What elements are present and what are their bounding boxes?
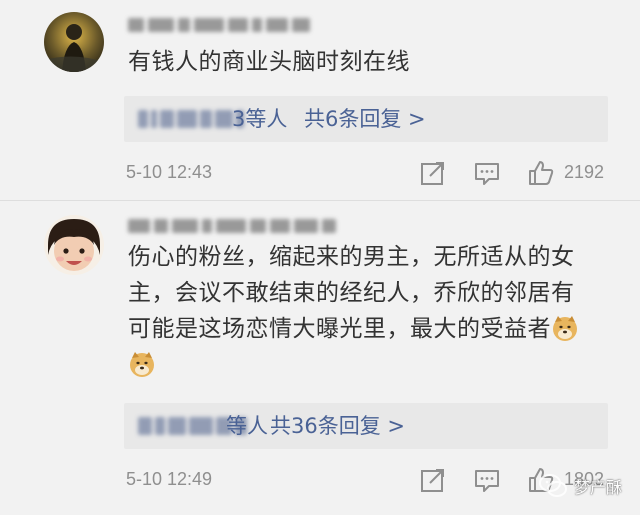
timestamp: 5-10 12:49 <box>126 469 213 489</box>
username[interactable] <box>128 215 358 237</box>
like-count: 2192 <box>564 162 605 182</box>
comment-text-line: 可能是这场恋情大曝光里，最大的受益者 <box>128 311 608 347</box>
wechat-icon <box>538 474 567 497</box>
doge-emoji-icon <box>551 314 579 342</box>
avatar[interactable] <box>44 215 104 275</box>
avatar[interactable] <box>44 12 104 72</box>
comment-text-line: 有钱人的商业头脑时刻在线 <box>128 49 410 75</box>
comment-icon[interactable] <box>472 158 502 188</box>
share-icon[interactable] <box>418 465 448 495</box>
watermark: 梦产酥 <box>538 471 622 501</box>
watermark-text: 梦产酥 <box>573 478 622 497</box>
reply-names-suffix: 等人 <box>226 414 268 438</box>
share-icon[interactable] <box>418 158 448 188</box>
comment-item: 有钱人的商业头脑时刻在线 3等人 共6条回复 > 5-10 12:43 2192 <box>0 0 640 200</box>
comment-meta: 5-10 12:43 2192 <box>0 158 640 192</box>
doge-emoji-icon <box>128 350 156 378</box>
reply-summary[interactable]: 3等人 共6条回复 > <box>124 96 608 142</box>
reply-summary[interactable]: 等人 共36条回复 > <box>124 403 608 449</box>
timestamp: 5-10 12:43 <box>126 162 213 182</box>
reply-usernames <box>138 106 247 132</box>
comment-text-line: 主，会议不敢结束的经纪人，乔欣的邻居有 <box>128 280 575 306</box>
comment-text-segment: 可能是这场恋情大曝光里，最大的受益者 <box>128 316 551 342</box>
comment-text-line <box>128 347 608 383</box>
reply-names-suffix: 3等人 <box>232 107 288 131</box>
comment-icon[interactable] <box>472 465 502 495</box>
reply-count-link[interactable]: 共36条回复 > <box>270 411 405 441</box>
comment-item: 伤心的粉丝，缩起来的男主，无所适从的女 主，会议不敢结束的经纪人，乔欣的邻居有 … <box>0 201 640 515</box>
comment-text: 伤心的粉丝，缩起来的男主，无所适从的女 主，会议不敢结束的经纪人，乔欣的邻居有 … <box>128 239 608 383</box>
reply-count-link[interactable]: 共6条回复 > <box>304 104 426 134</box>
comment-text-line: 伤心的粉丝，缩起来的男主，无所适从的女 <box>128 244 575 270</box>
comment-text: 有钱人的商业头脑时刻在线 <box>128 44 608 80</box>
avatar-image <box>44 12 104 72</box>
username[interactable] <box>128 14 358 36</box>
thumbs-up-icon[interactable] <box>526 158 556 188</box>
avatar-image <box>44 215 104 275</box>
